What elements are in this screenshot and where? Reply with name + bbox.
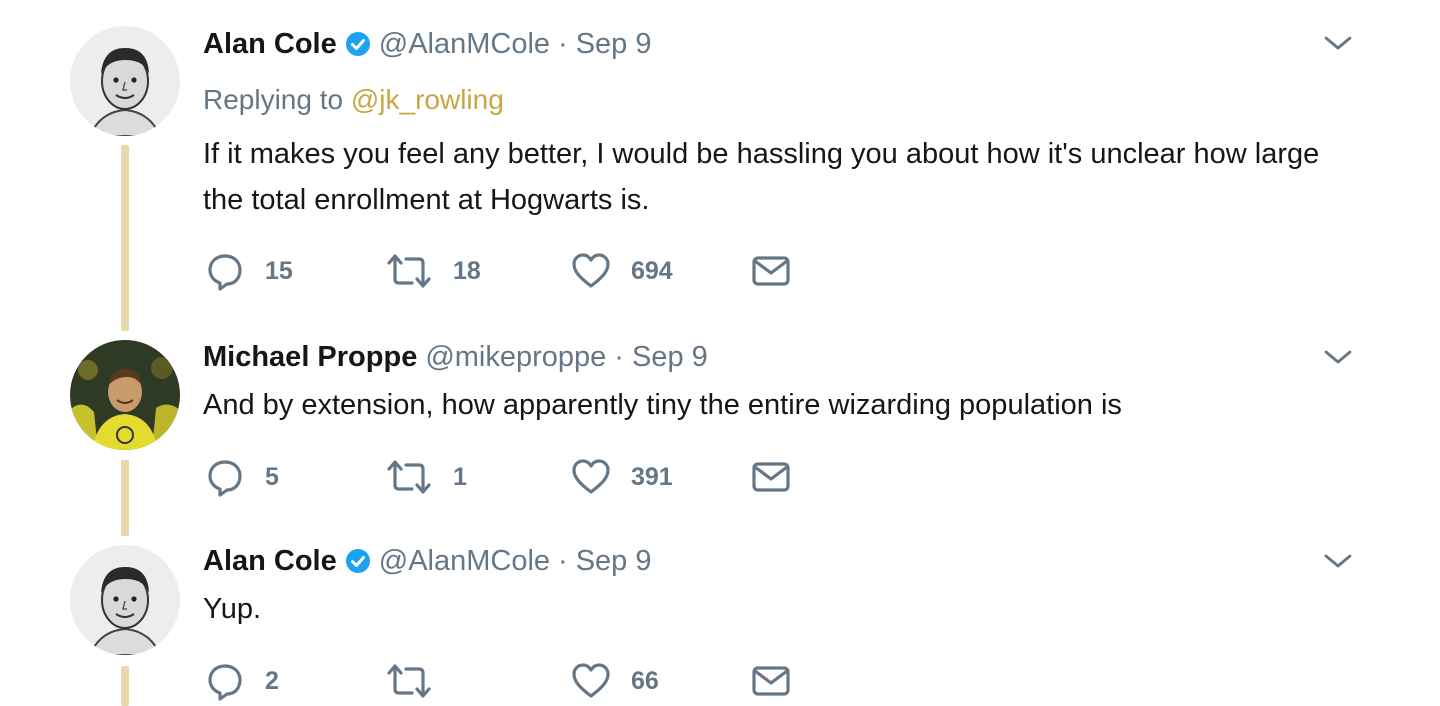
retweet-count: 1 <box>453 462 467 491</box>
tweet-date[interactable]: Sep 9 <box>576 27 652 61</box>
author-handle[interactable]: @AlanMCole <box>379 27 550 61</box>
chevron-down-icon[interactable] <box>1323 347 1353 367</box>
retweet-button[interactable]: 1 <box>385 457 467 497</box>
tweet-header: Alan Cole @AlanMCole · Sep 9 <box>203 544 652 578</box>
author-name[interactable]: Alan Cole <box>203 544 337 578</box>
like-icon <box>571 661 611 701</box>
mention-link[interactable]: @jk_rowling <box>351 84 504 115</box>
separator: · <box>558 545 568 577</box>
tweet-date[interactable]: Sep 9 <box>632 340 708 374</box>
message-button[interactable] <box>751 457 791 497</box>
tweet-text: And by extension, how apparently tiny th… <box>203 389 1122 421</box>
avatar[interactable] <box>70 26 180 136</box>
replying-to: Replying to @jk_rowling <box>203 83 504 117</box>
like-icon <box>571 457 611 497</box>
reply-icon <box>205 457 245 497</box>
reply-button[interactable]: 5 <box>205 457 279 497</box>
retweet-button[interactable] <box>385 661 453 701</box>
tweet-text: Yup. <box>203 593 262 625</box>
tweet-header: Alan Cole @AlanMCole · Sep 9 <box>203 27 652 61</box>
tweet-text: If it makes you feel any better, I would… <box>203 138 1320 216</box>
message-button[interactable] <box>751 251 791 291</box>
like-count: 391 <box>631 462 673 491</box>
like-count: 66 <box>631 666 659 695</box>
tweet-date[interactable]: Sep 9 <box>576 544 652 578</box>
like-icon <box>571 251 611 291</box>
retweet-icon <box>385 457 433 497</box>
tweet-header: Michael Proppe @mikeproppe · Sep 9 <box>203 340 708 374</box>
like-count: 694 <box>631 256 673 285</box>
avatar[interactable] <box>70 545 180 655</box>
like-button[interactable]: 694 <box>571 251 673 291</box>
author-handle[interactable]: @mikeproppe <box>425 340 606 374</box>
author-name[interactable]: Alan Cole <box>203 27 337 61</box>
chevron-down-icon[interactable] <box>1323 33 1353 53</box>
reply-count: 15 <box>265 256 293 285</box>
like-button[interactable]: 66 <box>571 661 659 701</box>
avatar[interactable] <box>70 340 180 450</box>
like-button[interactable]: 391 <box>571 457 673 497</box>
thread-line <box>121 460 129 536</box>
separator: · <box>614 341 624 373</box>
reply-button[interactable]: 2 <box>205 661 279 701</box>
retweet-icon <box>385 661 433 701</box>
retweet-icon <box>385 251 433 291</box>
message-icon <box>751 457 791 497</box>
message-button[interactable] <box>751 661 791 701</box>
reply-icon <box>205 251 245 291</box>
author-name[interactable]: Michael Proppe <box>203 340 417 374</box>
retweet-count: 18 <box>453 256 481 285</box>
reply-count: 5 <box>265 462 279 491</box>
thread-line <box>121 666 129 706</box>
verified-badge-icon <box>345 31 371 57</box>
author-handle[interactable]: @AlanMCole <box>379 544 550 578</box>
reply-count: 2 <box>265 666 279 695</box>
replying-label: Replying to <box>203 84 344 115</box>
retweet-button[interactable]: 18 <box>385 251 481 291</box>
separator: · <box>558 28 568 60</box>
message-icon <box>751 661 791 701</box>
chevron-down-icon[interactable] <box>1323 551 1353 571</box>
message-icon <box>751 251 791 291</box>
thread-line <box>121 145 129 331</box>
verified-badge-icon <box>345 548 371 574</box>
reply-button[interactable]: 15 <box>205 251 293 291</box>
reply-icon <box>205 661 245 701</box>
